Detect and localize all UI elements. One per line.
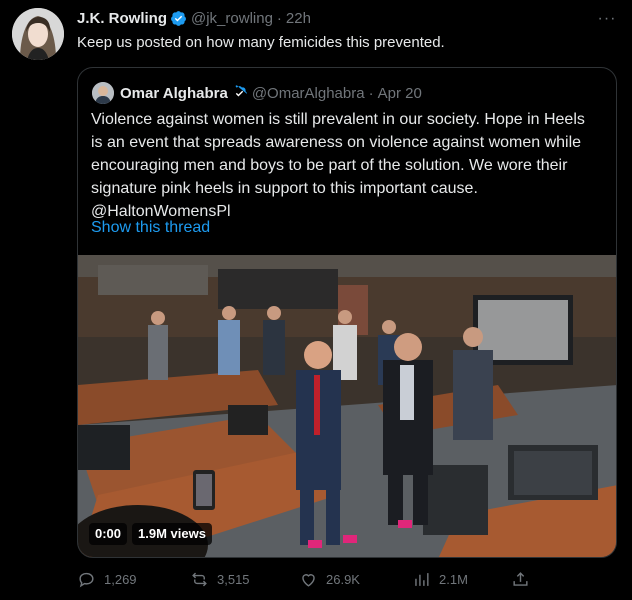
- tweet-text: Keep us posted on how many femicides thi…: [77, 34, 445, 51]
- reply-button[interactable]: 1,269: [77, 570, 137, 589]
- video-frame: [78, 255, 616, 557]
- show-thread-link[interactable]: Show this thread: [91, 219, 210, 237]
- reply-icon: [79, 572, 94, 588]
- retweet-button[interactable]: 3,515: [190, 570, 250, 589]
- like-button[interactable]: 26.9K: [299, 570, 360, 589]
- author-name[interactable]: J.K. Rowling: [77, 10, 167, 27]
- action-bar: 1,269 3,515 26.9K 2.1M: [0, 566, 632, 594]
- quoted-author-name[interactable]: Omar Alghabra: [120, 85, 228, 102]
- like-count: 26.9K: [326, 572, 360, 587]
- quoted-text-line: Violence against women is still prevalen…: [91, 111, 585, 128]
- verified-badge-icon: [235, 84, 247, 96]
- share-button[interactable]: [511, 570, 538, 589]
- like-icon: [302, 574, 315, 587]
- tweet-header: J.K. Rowling @jk_rowling · 22h: [77, 10, 311, 27]
- author-handle[interactable]: @jk_rowling: [191, 10, 273, 27]
- quoted-author-avatar[interactable]: [92, 82, 114, 104]
- quoted-tweet-timestamp[interactable]: Apr 20: [378, 85, 422, 102]
- views-icon: [415, 573, 429, 586]
- separator-dot: ·: [276, 10, 282, 27]
- tweet[interactable]: J.K. Rowling @jk_rowling · 22h ··· Keep …: [0, 0, 632, 600]
- quoted-text-line: is an event that spreads awareness on vi…: [91, 134, 582, 151]
- video-badges: 0:00 1.9M views: [89, 523, 217, 545]
- quoted-tweet[interactable]: Omar Alghabra @OmarAlghabra · Apr 20 Vio…: [77, 67, 617, 558]
- video-views: 1.9M views: [132, 523, 212, 545]
- more-icon[interactable]: ···: [596, 10, 618, 28]
- reply-count: 1,269: [104, 572, 137, 587]
- quoted-tweet-header: Omar Alghabra @OmarAlghabra · Apr 20: [92, 82, 422, 104]
- video-player[interactable]: 0:00 1.9M views: [78, 255, 616, 557]
- quoted-text-line: encouraging men and boys to be part of t…: [91, 157, 568, 174]
- author-avatar[interactable]: [12, 8, 64, 60]
- separator-dot: ·: [368, 84, 374, 102]
- quoted-tweet-text: Violence against women is still prevalen…: [91, 108, 611, 223]
- quoted-text-line: signature pink heels in support to this …: [91, 180, 478, 197]
- share-icon: [513, 572, 528, 586]
- tweet-timestamp[interactable]: 22h: [286, 10, 311, 27]
- views-button[interactable]: 2.1M: [412, 570, 468, 589]
- retweet-count: 3,515: [217, 572, 250, 587]
- view-count: 2.1M: [439, 572, 468, 587]
- video-duration: 0:00: [89, 523, 128, 545]
- verified-badge-icon: [171, 11, 186, 26]
- quoted-author-handle[interactable]: @OmarAlghabra: [252, 85, 365, 102]
- retweet-icon: [192, 572, 207, 587]
